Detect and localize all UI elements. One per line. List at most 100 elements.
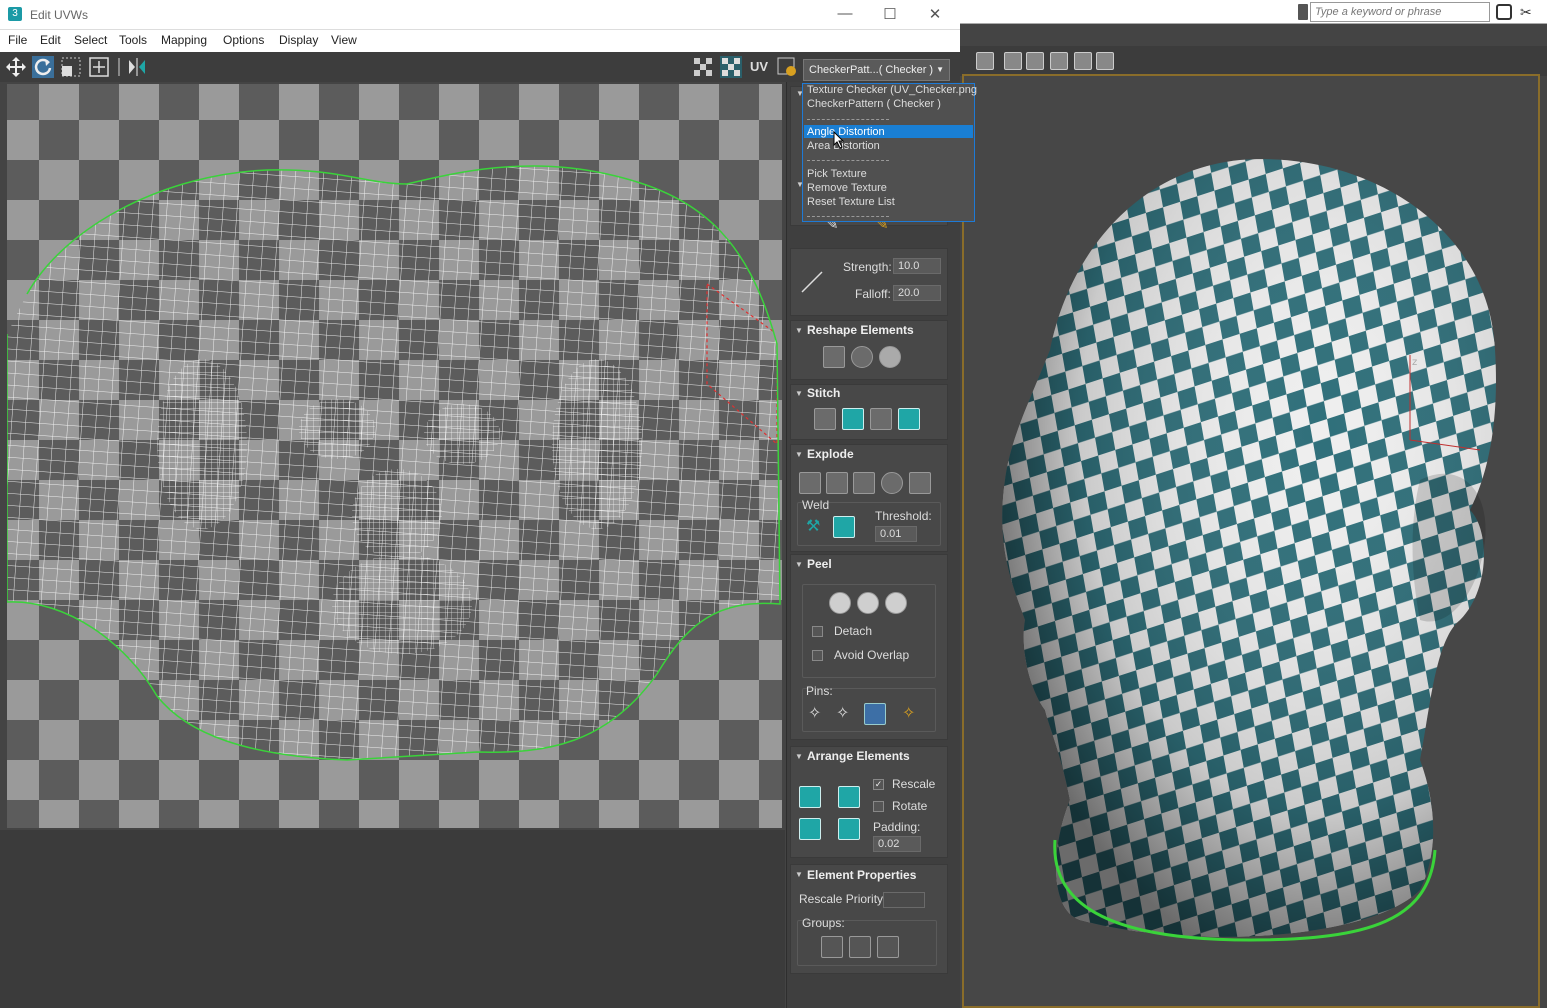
angle-distortion-item[interactable]: Angle Distortion <box>807 126 885 138</box>
checker-pattern-item[interactable]: CheckerPattern ( Checker ) <box>807 98 941 110</box>
freeform-icon[interactable] <box>88 56 110 78</box>
flatten-by-smoothing-icon[interactable] <box>881 472 903 494</box>
collapse-arrow-icon[interactable] <box>1298 4 1308 20</box>
settings-icon[interactable] <box>776 56 798 78</box>
pick-texture-item[interactable]: Pick Texture <box>807 168 867 180</box>
quick-peel-icon[interactable] <box>829 592 851 614</box>
right-ear-uv <box>552 359 642 529</box>
rescale-checkbox[interactable]: ✓ <box>873 779 884 790</box>
stitch-to-target-icon[interactable] <box>842 408 864 430</box>
texture-dropdown-list[interactable]: Texture Checker (UV_Checker.png CheckerP… <box>802 83 977 222</box>
collapse-arrow-icon[interactable]: ▼ <box>795 560 803 569</box>
padding-spinner[interactable]: 0.02 <box>873 836 921 852</box>
mirror-icon[interactable] <box>126 56 148 78</box>
collapse-arrow-icon[interactable]: ▼ <box>795 870 803 879</box>
peel-title[interactable]: Peel <box>807 557 832 571</box>
rotate-icon[interactable] <box>32 56 54 78</box>
stitch-average-icon[interactable] <box>870 408 892 430</box>
threshold-label: Threshold: <box>875 509 932 523</box>
avoid-overlap-checkbox[interactable] <box>812 650 823 661</box>
show-map-icon[interactable] <box>692 56 714 78</box>
explode-title[interactable]: Explode <box>807 447 854 461</box>
reset-peel-icon[interactable] <box>885 592 907 614</box>
select-group-icon[interactable] <box>877 936 899 958</box>
checkered-head-model[interactable]: z <box>990 150 1510 950</box>
texture-checker-item[interactable]: Texture Checker (UV_Checker.png <box>807 84 977 96</box>
arrange-elements-title[interactable]: Arrange Elements <box>807 749 910 763</box>
separator <box>807 216 889 217</box>
falloff-spinner[interactable]: 20.0 <box>893 285 941 301</box>
close-button[interactable]: ✕ <box>920 5 950 25</box>
reshape-elements-title[interactable]: Reshape Elements <box>807 323 914 337</box>
menu-edit[interactable]: Edit <box>40 33 61 47</box>
uv-axis-label[interactable]: UV <box>750 59 768 74</box>
element-properties-title[interactable]: Element Properties <box>807 868 916 882</box>
collapse-arrow-icon[interactable]: ▼ <box>795 326 803 335</box>
pack-normalize-icon[interactable] <box>838 786 860 808</box>
straighten-selection-icon[interactable] <box>823 346 845 368</box>
tools-icon[interactable]: ✂ <box>1520 4 1536 20</box>
group-selected-icon[interactable] <box>821 936 843 958</box>
collapse-arrow-icon[interactable]: ▼ <box>795 389 803 398</box>
strength-spinner[interactable]: 10.0 <box>893 258 941 274</box>
threshold-spinner[interactable]: 0.01 <box>875 526 917 542</box>
render-iterative-icon[interactable] <box>1074 52 1092 70</box>
stitch-title[interactable]: Stitch <box>807 386 840 400</box>
strength-label: Strength: <box>843 260 892 274</box>
rotate-checkbox[interactable] <box>873 801 884 812</box>
menu-file[interactable]: File <box>8 33 27 47</box>
maximize-button[interactable]: ☐ <box>875 5 905 25</box>
render-production-icon[interactable] <box>1050 52 1068 70</box>
checker-icon[interactable] <box>720 56 742 78</box>
pack-rescale-icon[interactable] <box>799 818 821 840</box>
break-icon[interactable] <box>799 472 821 494</box>
weld-label: Weld <box>802 498 830 512</box>
detach-edge-verts-icon[interactable] <box>826 472 848 494</box>
uv-editor-canvas[interactable] <box>7 84 782 828</box>
collapse-arrow-icon[interactable]: ▼ <box>795 450 803 459</box>
menu-tools[interactable]: Tools <box>119 33 147 47</box>
weld-selected-icon[interactable] <box>833 516 855 538</box>
menu-select[interactable]: Select <box>74 33 107 47</box>
stitch-custom-icon[interactable] <box>814 408 836 430</box>
render-setup-icon[interactable] <box>1004 52 1022 70</box>
render-frame-icon[interactable] <box>976 52 994 70</box>
target-weld-icon[interactable]: ⚒ <box>806 516 828 538</box>
detach-label: Detach <box>834 624 873 638</box>
status-area <box>0 830 785 1008</box>
stitch-to-source-icon[interactable] <box>898 408 920 430</box>
pins-label: Pins: <box>806 684 833 698</box>
pin-icon[interactable]: ✧ <box>808 703 830 725</box>
pack-together-icon[interactable] <box>838 818 860 840</box>
detach-checkbox[interactable] <box>812 626 823 637</box>
search-input[interactable]: Type a keyword or phrase <box>1310 2 1490 22</box>
menu-display[interactable]: Display <box>279 33 318 47</box>
falloff-value: 20.0 <box>898 287 920 299</box>
minimize-button[interactable]: — <box>830 5 860 25</box>
move-icon[interactable] <box>5 56 27 78</box>
collapse-arrow-icon[interactable]: ▼ <box>795 752 803 761</box>
unpin-icon[interactable]: ✧ <box>836 703 858 725</box>
relax-until-flat-icon[interactable] <box>851 346 873 368</box>
scale-icon[interactable] <box>60 56 82 78</box>
peel-mode-icon[interactable] <box>857 592 879 614</box>
render-grid-icon[interactable] <box>1096 52 1114 70</box>
menu-options[interactable]: Options <box>223 33 264 47</box>
pack-custom-icon[interactable] <box>799 786 821 808</box>
flatten-by-material-icon[interactable] <box>909 472 931 494</box>
line-brush-icon[interactable] <box>800 268 826 296</box>
menu-mapping[interactable]: Mapping <box>161 33 207 47</box>
select-pins-icon[interactable]: ✧ <box>902 703 924 725</box>
ungroup-selected-icon[interactable] <box>849 936 871 958</box>
binoculars-icon[interactable] <box>1496 4 1512 20</box>
rescale-priority-spinner[interactable] <box>883 892 925 908</box>
reset-texture-list-item[interactable]: Reset Texture List <box>807 196 895 208</box>
auto-pin-icon[interactable] <box>864 703 886 725</box>
flatten-by-polygon-icon[interactable] <box>853 472 875 494</box>
texture-dropdown-value: CheckerPatt...( Checker ) <box>809 64 934 76</box>
menu-view[interactable]: View <box>331 33 357 47</box>
texture-dropdown[interactable]: CheckerPatt...( Checker ) ▼ <box>803 59 950 81</box>
rendered-frame-icon[interactable] <box>1026 52 1044 70</box>
remove-texture-item[interactable]: Remove Texture <box>807 182 887 194</box>
relax-icon[interactable] <box>879 346 901 368</box>
